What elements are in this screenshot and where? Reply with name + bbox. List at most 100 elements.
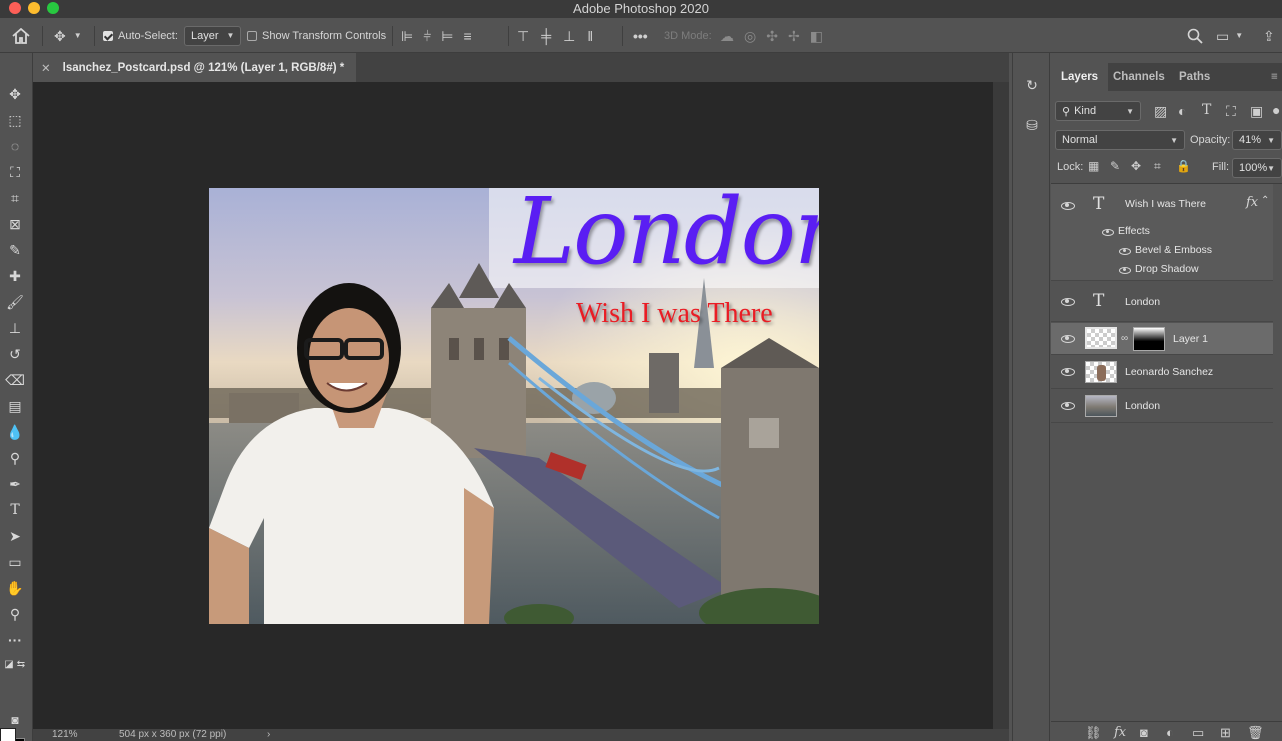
pixel-filter-icon[interactable]: ▨ (1154, 104, 1167, 118)
rectangle-tool-icon[interactable]: ▭ (4, 551, 26, 573)
visibility-eye-icon[interactable] (1061, 202, 1075, 210)
edit-toolbar-icon[interactable]: ··· (4, 629, 26, 651)
clone-stamp-tool-icon[interactable]: ⊥ (4, 317, 26, 339)
properties-panel-icon[interactable]: ⛁ (1023, 117, 1041, 135)
add-layer-style-icon[interactable]: fx (1114, 725, 1126, 740)
visibility-eye-icon[interactable] (1061, 402, 1075, 410)
search-icon[interactable] (1187, 28, 1203, 44)
lock-transparent-icon[interactable]: ▦ (1088, 160, 1099, 172)
lock-all-icon[interactable]: 🔒 (1176, 160, 1191, 172)
smart-object-filter-icon[interactable]: ▣ (1250, 104, 1263, 118)
visibility-eye-icon[interactable] (1061, 368, 1075, 376)
collapse-effects-icon[interactable]: ⌃ (1261, 195, 1269, 206)
layer-row[interactable]: ∞ Layer 1 (1051, 323, 1273, 355)
visibility-eye-icon[interactable] (1061, 334, 1075, 343)
workspace-icon[interactable]: ▭ (1216, 29, 1229, 43)
chevron-down-icon[interactable]: ▼ (1235, 31, 1243, 40)
more-options-icon[interactable]: ••• (633, 29, 648, 43)
layer-name[interactable]: Wish I was There (1125, 198, 1206, 210)
pen-tool-icon[interactable]: ✒ (4, 473, 26, 495)
auto-select-toggle[interactable]: Auto-Select: (103, 18, 178, 53)
effect-drop-shadow[interactable]: Drop Shadow (1135, 263, 1199, 275)
brush-tool-icon[interactable]: 🖌 (4, 291, 26, 313)
layer-mask-thumbnail[interactable] (1133, 327, 1165, 351)
fx-badge[interactable]: fx (1246, 195, 1258, 210)
blend-mode-dropdown[interactable]: Normal ▼ (1055, 130, 1185, 150)
adjustment-filter-icon[interactable]: ◐ (1178, 104, 1186, 118)
auto-select-checkbox[interactable] (103, 30, 113, 41)
layer-name[interactable]: London (1125, 400, 1160, 412)
quick-mask-icon[interactable]: ◙ (4, 709, 26, 731)
marquee-tool-icon[interactable]: ⬚ (4, 109, 26, 131)
dodge-tool-icon[interactable]: ⚲ (4, 447, 26, 469)
lasso-tool-icon[interactable]: ◌ (4, 135, 26, 157)
filter-toggle-icon[interactable]: ● (1272, 103, 1280, 117)
new-adjustment-layer-icon[interactable]: ◐ (1166, 725, 1174, 740)
tab-paths[interactable]: Paths (1179, 63, 1210, 91)
delete-layer-icon[interactable]: 🗑 (1247, 725, 1264, 741)
filter-kind-dropdown[interactable]: ⚲ Kind ▼ (1055, 101, 1141, 121)
blur-tool-icon[interactable]: 💧 (4, 421, 26, 443)
type-filter-icon[interactable]: T (1202, 103, 1211, 117)
home-button[interactable] (12, 18, 30, 53)
history-brush-tool-icon[interactable]: ↺ (4, 343, 26, 365)
align-center-icon[interactable]: ⫩ (423, 29, 431, 43)
opacity-field[interactable]: 41% ▼ (1232, 130, 1282, 150)
hand-tool-icon[interactable]: ✋ (4, 577, 26, 599)
align-right-icon[interactable]: ⊨ (441, 29, 453, 43)
document-canvas-image[interactable]: London Wish I was There (209, 188, 819, 624)
layer-thumbnail[interactable] (1085, 395, 1117, 417)
effect-bevel-emboss[interactable]: Bevel & Emboss (1135, 244, 1212, 256)
auto-select-target-dropdown[interactable]: Layer ▼ (184, 25, 242, 46)
zoom-tool-icon[interactable]: ⚲ (4, 603, 26, 625)
layer-name[interactable]: Leonardo Sanchez (1125, 366, 1213, 378)
eyedropper-tool-icon[interactable]: ✎ (4, 239, 26, 261)
show-transform-toggle[interactable]: Show Transform Controls (247, 18, 386, 53)
lock-artboard-icon[interactable]: ⌗ (1154, 160, 1161, 172)
layer-name[interactable]: Layer 1 (1173, 333, 1208, 345)
fill-field[interactable]: 100% ▼ (1232, 158, 1282, 178)
type-tool-icon[interactable]: T (4, 499, 26, 521)
eraser-tool-icon[interactable]: ⌫ (4, 369, 26, 391)
align-left-icon[interactable]: ⊫ (401, 29, 413, 43)
zoom-level[interactable]: 121% (52, 729, 78, 740)
healing-brush-tool-icon[interactable]: ✚ (4, 265, 26, 287)
layer-row[interactable]: T London (1051, 282, 1273, 322)
new-group-icon[interactable]: ▭ (1192, 725, 1204, 741)
tab-layers[interactable]: Layers (1051, 63, 1109, 91)
swap-colors-icon[interactable]: ⇆ (10, 653, 32, 675)
layer-row[interactable]: Leonardo Sanchez (1051, 356, 1273, 389)
align-bottom-icon[interactable]: ⊥ (563, 29, 575, 43)
lock-image-icon[interactable]: ✎ (1110, 160, 1120, 172)
document-tab[interactable]: ✕ lsanchez_Postcard.psd @ 121% (Layer 1,… (33, 53, 356, 82)
layer-row[interactable]: T Wish I was There fx ⌃ Effects Bevel & … (1051, 184, 1273, 281)
close-tab-icon[interactable]: ✕ (41, 61, 51, 75)
crop-tool-icon[interactable]: ⌗ (4, 187, 26, 209)
show-transform-checkbox[interactable] (247, 30, 257, 41)
status-menu-arrow[interactable]: › (267, 729, 270, 740)
bevel-visibility-eye-icon[interactable] (1119, 248, 1131, 255)
distribute-vertical-icon[interactable]: ‖ (587, 29, 593, 43)
layer-thumbnail[interactable] (1085, 327, 1117, 349)
shape-filter-icon[interactable]: ⛶ (1226, 104, 1236, 118)
layer-row[interactable]: London (1051, 390, 1273, 423)
align-middle-icon[interactable]: ╪ (541, 29, 551, 43)
lock-position-icon[interactable]: ✥ (1131, 160, 1141, 172)
visibility-eye-icon[interactable] (1061, 297, 1075, 306)
gradient-tool-icon[interactable]: ▤ (4, 395, 26, 417)
history-panel-icon[interactable]: ↻ (1023, 77, 1041, 95)
frame-tool-icon[interactable]: ⊠ (4, 213, 26, 235)
panel-menu-icon[interactable]: ≡ (1271, 63, 1278, 91)
object-selection-tool-icon[interactable]: ⛶ (4, 161, 26, 183)
distribute-horizontal-icon[interactable]: ≡ (463, 29, 471, 43)
path-selection-tool-icon[interactable]: ➤ (4, 525, 26, 547)
link-layers-icon[interactable]: ⛓ (1085, 725, 1102, 741)
add-mask-icon[interactable]: ◙ (1140, 725, 1148, 740)
layer-thumbnail[interactable] (1085, 361, 1117, 383)
layer-name[interactable]: London (1125, 296, 1160, 308)
new-layer-icon[interactable]: ⊞ (1220, 725, 1231, 741)
tab-channels[interactable]: Channels (1113, 63, 1165, 91)
vertical-scrollbar[interactable] (993, 82, 1009, 729)
share-icon[interactable]: ⇪ (1263, 29, 1275, 43)
drop-shadow-visibility-eye-icon[interactable] (1119, 267, 1131, 274)
